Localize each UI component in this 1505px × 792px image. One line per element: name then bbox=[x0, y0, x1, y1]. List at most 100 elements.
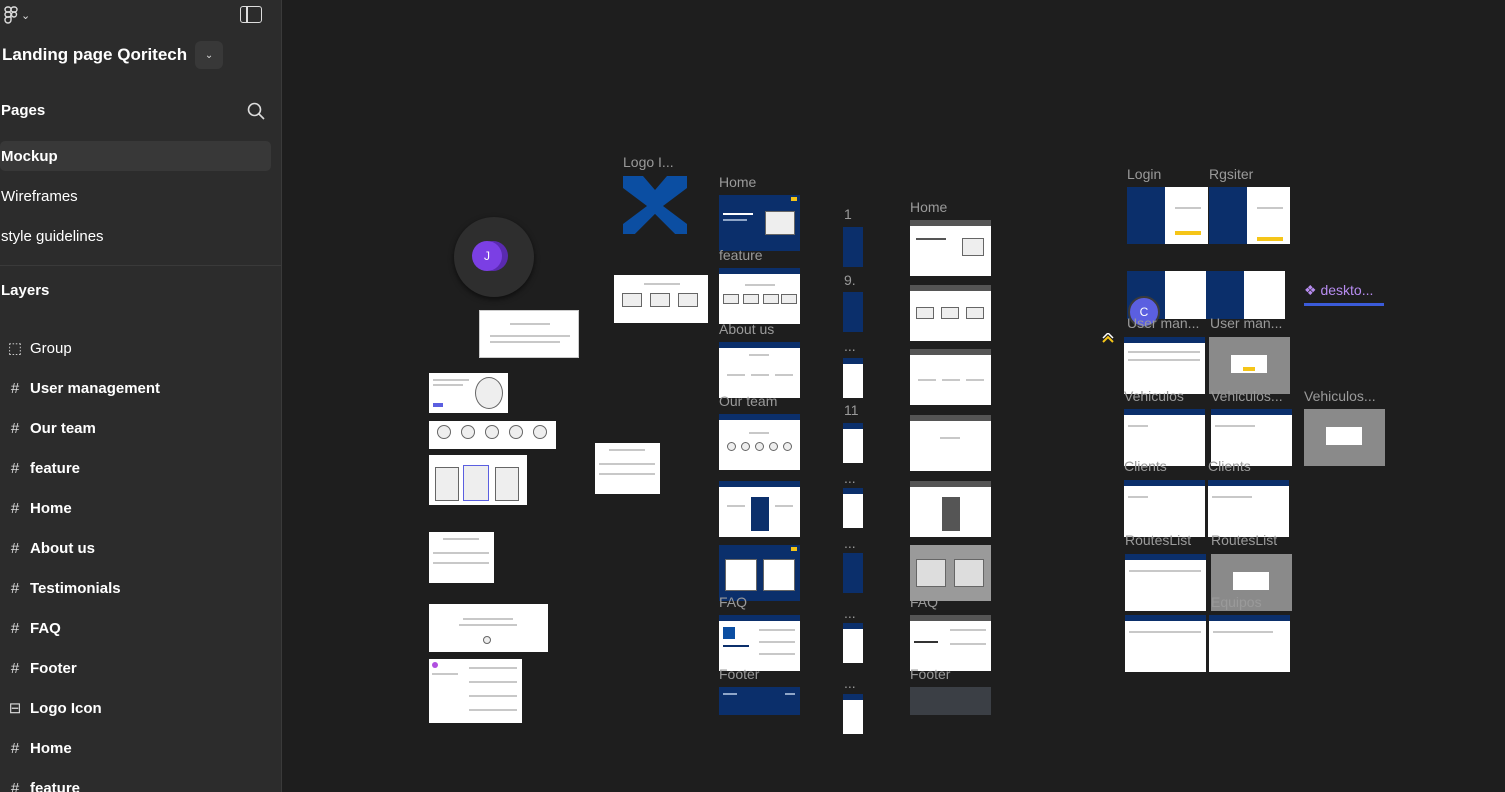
layer-label: Group bbox=[30, 339, 72, 357]
frame-label: Rgsiter bbox=[1209, 166, 1254, 182]
clients-form-frame[interactable] bbox=[1208, 480, 1289, 537]
frame-hash-icon: # bbox=[10, 739, 20, 757]
pages-title: Pages bbox=[1, 102, 46, 119]
mobile-frame[interactable] bbox=[843, 292, 863, 332]
frame-label: 1 bbox=[844, 206, 852, 222]
frame-label: Equipos bbox=[1211, 594, 1262, 610]
layer-testimonials[interactable]: # Testimonials bbox=[0, 568, 281, 608]
faq-component[interactable] bbox=[429, 659, 522, 723]
feature-frame[interactable] bbox=[719, 268, 800, 324]
feature-cards-component[interactable] bbox=[614, 275, 708, 323]
sidebar-toggle-icon[interactable] bbox=[240, 6, 262, 23]
design-canvas[interactable]: J Logo I... Home feature About us Our te… bbox=[282, 0, 1505, 792]
layer-faq[interactable]: # FAQ bbox=[0, 608, 281, 648]
page-item-label: style guidelines bbox=[1, 227, 104, 245]
frame-label: User man... bbox=[1127, 315, 1200, 331]
testimonial-quote-component[interactable] bbox=[429, 604, 548, 652]
clients-frame[interactable] bbox=[1124, 480, 1205, 537]
main-menu-button[interactable]: ⌄ bbox=[4, 5, 38, 25]
frame-hash-icon: # bbox=[10, 579, 20, 597]
layer-label: Our team bbox=[30, 419, 96, 437]
frame-label: Clients bbox=[1208, 458, 1251, 474]
wireframe-pricing[interactable] bbox=[910, 481, 991, 537]
wireframe-footer[interactable] bbox=[910, 687, 991, 715]
layer-home[interactable]: # Home bbox=[0, 488, 281, 528]
layer-user-management[interactable]: # User management bbox=[0, 368, 281, 408]
page-item-style-guidelines[interactable]: style guidelines bbox=[0, 221, 271, 251]
routeslist-frame[interactable] bbox=[1125, 554, 1206, 611]
page-item-mockup[interactable]: Mockup bbox=[0, 141, 271, 171]
frame-hash-icon: # bbox=[10, 779, 20, 792]
small-logo-icon bbox=[1102, 333, 1114, 343]
user-management-frame-2[interactable] bbox=[1206, 271, 1285, 319]
about-us-frame[interactable] bbox=[719, 342, 800, 398]
register-frame[interactable] bbox=[1209, 187, 1290, 244]
frame-label: feature bbox=[719, 247, 763, 263]
frame-label: 9. bbox=[844, 272, 856, 288]
mobile-frame[interactable] bbox=[843, 488, 863, 528]
wireframe-about[interactable] bbox=[910, 349, 991, 405]
frame-label: ... bbox=[844, 535, 856, 551]
login-frame[interactable] bbox=[1127, 187, 1208, 244]
layer-label: feature bbox=[30, 459, 81, 477]
pricing-frame[interactable] bbox=[719, 481, 800, 537]
avatar: J bbox=[472, 241, 502, 271]
qoritech-logo-icon[interactable] bbox=[623, 176, 687, 234]
layer-footer[interactable]: # Footer bbox=[0, 648, 281, 688]
search-icon[interactable] bbox=[247, 102, 265, 120]
page-item-wireframes[interactable]: Wireframes bbox=[0, 181, 271, 211]
layer-about-us[interactable]: # About us bbox=[0, 528, 281, 568]
user-list-frame[interactable] bbox=[1124, 337, 1205, 394]
hero-component[interactable] bbox=[429, 373, 508, 413]
wireframe-feature[interactable] bbox=[910, 285, 991, 341]
layer-home-2[interactable]: # Home bbox=[0, 728, 281, 768]
layer-feature-2[interactable]: # feature bbox=[0, 768, 281, 792]
user-modal-frame[interactable] bbox=[1209, 337, 1290, 394]
equipos-form-frame[interactable] bbox=[1209, 615, 1290, 672]
frame-label: Logo I... bbox=[623, 154, 674, 170]
layer-group[interactable]: ⬚ Group bbox=[0, 328, 281, 368]
wireframe-faq[interactable] bbox=[910, 615, 991, 671]
sidebar-topbar: ⌄ bbox=[0, 0, 281, 30]
faq-frame[interactable] bbox=[719, 615, 800, 671]
file-menu-chevron-icon[interactable]: ⌄ bbox=[195, 41, 224, 69]
file-name[interactable]: Landing page Qoritech bbox=[0, 45, 187, 65]
frame-label: About us bbox=[719, 321, 775, 337]
wireframe-home[interactable] bbox=[910, 220, 991, 276]
component-label[interactable]: ❖ deskto... bbox=[1304, 282, 1373, 299]
mobile-frame[interactable] bbox=[843, 553, 863, 593]
home-frame[interactable] bbox=[719, 195, 800, 251]
page-item-label: Mockup bbox=[1, 147, 58, 165]
layers-title: Layers bbox=[1, 282, 50, 299]
mobile-frame[interactable] bbox=[843, 358, 863, 398]
pricing-component-2[interactable] bbox=[595, 443, 660, 494]
mobile-frame[interactable] bbox=[843, 423, 863, 463]
our-team-frame[interactable] bbox=[719, 414, 800, 470]
pricing-component[interactable] bbox=[429, 532, 494, 583]
layer-logo-icon[interactable]: ⊟ Logo Icon bbox=[0, 688, 281, 728]
mobile-frame[interactable] bbox=[843, 694, 863, 734]
component-instance[interactable] bbox=[1304, 303, 1384, 306]
figma-logo-icon bbox=[4, 6, 18, 24]
our-team-component[interactable] bbox=[429, 455, 527, 505]
frame-label: RoutesList bbox=[1125, 532, 1192, 548]
team-row-component[interactable] bbox=[429, 421, 556, 449]
frame-label: ... bbox=[844, 675, 856, 691]
equipos-frame[interactable] bbox=[1125, 615, 1206, 672]
frame-label: Home bbox=[910, 199, 948, 215]
vehiculos-modal-frame[interactable] bbox=[1304, 409, 1385, 466]
wireframe-testimonials[interactable] bbox=[910, 545, 991, 601]
wireframe-team[interactable] bbox=[910, 415, 991, 471]
left-sidebar: ⌄ Landing page Qoritech ⌄ Pages Mockup W… bbox=[0, 0, 282, 792]
layer-label: feature bbox=[30, 779, 81, 792]
frame-hash-icon: # bbox=[10, 459, 20, 477]
layer-feature[interactable]: # feature bbox=[0, 448, 281, 488]
layer-our-team[interactable]: # Our team bbox=[0, 408, 281, 448]
footer-frame[interactable] bbox=[719, 687, 800, 715]
testimonial-component[interactable] bbox=[479, 310, 579, 358]
layer-label: About us bbox=[30, 539, 95, 557]
testimonials-frame[interactable] bbox=[719, 545, 800, 601]
mobile-frame[interactable] bbox=[843, 623, 863, 663]
frame-label: RoutesList bbox=[1211, 532, 1278, 548]
mobile-frame[interactable] bbox=[843, 227, 863, 267]
